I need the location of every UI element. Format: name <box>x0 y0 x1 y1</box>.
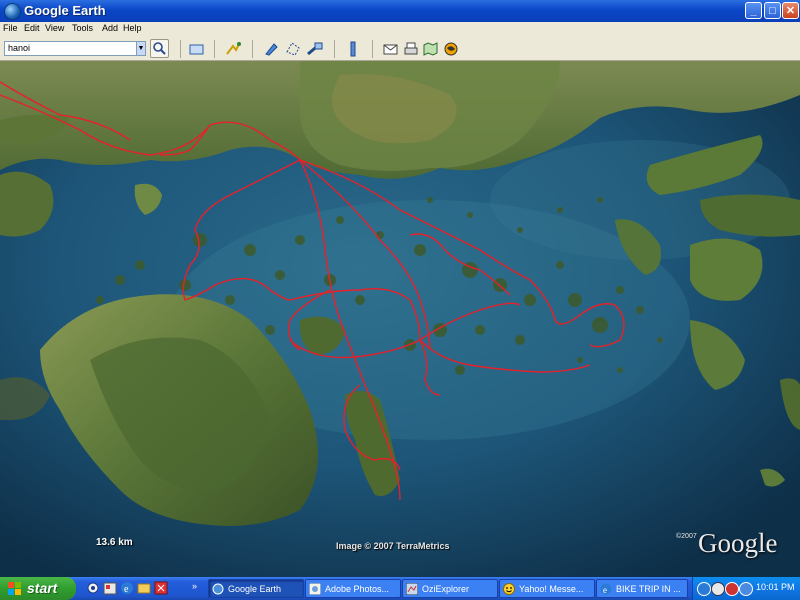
print-button[interactable] <box>402 40 420 58</box>
close-button[interactable]: ✕ <box>782 2 799 19</box>
system-tray: 10:01 PM <box>692 577 800 600</box>
task-google-earth[interactable]: Google Earth <box>208 579 304 598</box>
task-label: BIKE TRIP IN ... <box>616 584 681 594</box>
task-yahoo-messenger[interactable]: Yahoo! Messe... <box>499 579 595 598</box>
placemark-icon <box>265 43 278 56</box>
toolbar-separator <box>372 40 373 58</box>
scale-label: 13.6 km <box>96 537 133 548</box>
google-logo: Google <box>698 528 778 558</box>
polygon-icon <box>286 42 300 56</box>
yahoo-messenger-icon <box>503 583 515 595</box>
clock[interactable]: 10:01 PM <box>756 582 795 592</box>
svg-text:e: e <box>603 585 607 595</box>
google-earth-icon <box>4 3 21 20</box>
menu-add[interactable]: Add <box>102 23 118 33</box>
task-label: OziExplorer <box>422 584 470 594</box>
start-label: start <box>27 580 58 596</box>
menu-view[interactable]: View <box>45 23 64 33</box>
email-icon <box>383 44 398 55</box>
ruler-button[interactable] <box>344 40 362 58</box>
menu-bar: File Edit View Tools Add Help <box>0 22 800 37</box>
quicklaunch-media-icon[interactable] <box>154 581 168 595</box>
earth-button[interactable] <box>442 40 460 58</box>
quicklaunch-app-icon[interactable] <box>103 581 117 595</box>
google-copyright-year: ©2007 <box>676 533 697 540</box>
map-viewport[interactable] <box>0 61 800 577</box>
oziexplorer-icon <box>406 583 418 595</box>
imagery-copyright: Image © 2007 TerraMetrics <box>336 541 450 551</box>
title-bar: Google Earth _ □ ✕ <box>0 0 800 22</box>
quicklaunch-internet-explorer-icon[interactable]: e <box>120 581 134 595</box>
toolbar-separator <box>334 40 335 58</box>
tour-icon <box>226 42 241 55</box>
search-icon <box>153 42 166 55</box>
add-polygon-button[interactable] <box>284 40 302 58</box>
menu-tools[interactable]: Tools <box>72 23 93 33</box>
internet-explorer-icon: e <box>600 583 612 595</box>
search-dropdown[interactable]: ▼ <box>136 41 146 56</box>
menu-edit[interactable]: Edit <box>24 23 40 33</box>
sidebar-toggle-button[interactable] <box>188 40 206 58</box>
tour-button[interactable] <box>224 40 242 58</box>
photoshop-icon <box>309 583 321 595</box>
toolbar: hanoi ▼ <box>0 37 800 61</box>
task-adobe-photoshop[interactable]: Adobe Photos... <box>305 579 401 598</box>
sidebar-icon <box>189 44 204 55</box>
speaker-icon[interactable] <box>711 582 725 596</box>
toolbar-separator <box>180 40 181 58</box>
maximize-button[interactable]: □ <box>764 2 781 19</box>
google-maps-button[interactable] <box>422 40 440 58</box>
satellite-imagery <box>0 61 800 577</box>
security-icon[interactable] <box>725 582 739 596</box>
window-title: Google Earth <box>24 3 106 18</box>
task-label: Adobe Photos... <box>325 584 390 594</box>
google-earth-icon <box>212 583 224 595</box>
toolbar-separator <box>252 40 253 58</box>
menu-file[interactable]: File <box>3 23 18 33</box>
quicklaunch-desktop-icon[interactable] <box>86 581 100 595</box>
task-label: Yahoo! Messe... <box>519 584 584 594</box>
menu-help[interactable]: Help <box>123 23 142 33</box>
toolbar-separator <box>214 40 215 58</box>
ruler-icon <box>350 41 356 57</box>
quicklaunch-expand-icon[interactable]: » <box>192 581 197 591</box>
taskbar: start e » Google Earth Adobe Photos... O… <box>0 577 800 600</box>
print-icon <box>404 42 418 55</box>
quicklaunch-folder-icon[interactable] <box>137 581 151 595</box>
svg-text:e: e <box>124 584 129 595</box>
map-icon <box>423 42 438 56</box>
windows-flag-icon <box>8 582 21 595</box>
search-button[interactable] <box>150 39 169 58</box>
earth-icon <box>444 42 458 56</box>
add-path-button[interactable] <box>306 40 324 58</box>
start-button[interactable]: start <box>0 577 76 600</box>
task-bike-trip-browser[interactable]: e BIKE TRIP IN ... <box>596 579 688 598</box>
minimize-button[interactable]: _ <box>745 2 762 19</box>
path-icon <box>307 42 323 56</box>
task-label: Google Earth <box>228 584 282 594</box>
task-oziexplorer[interactable]: OziExplorer <box>402 579 498 598</box>
search-input[interactable]: hanoi <box>4 41 144 56</box>
audio-manager-icon[interactable] <box>739 582 753 596</box>
email-button[interactable] <box>382 40 400 58</box>
add-placemark-button[interactable] <box>262 40 280 58</box>
network-icon[interactable] <box>697 582 711 596</box>
